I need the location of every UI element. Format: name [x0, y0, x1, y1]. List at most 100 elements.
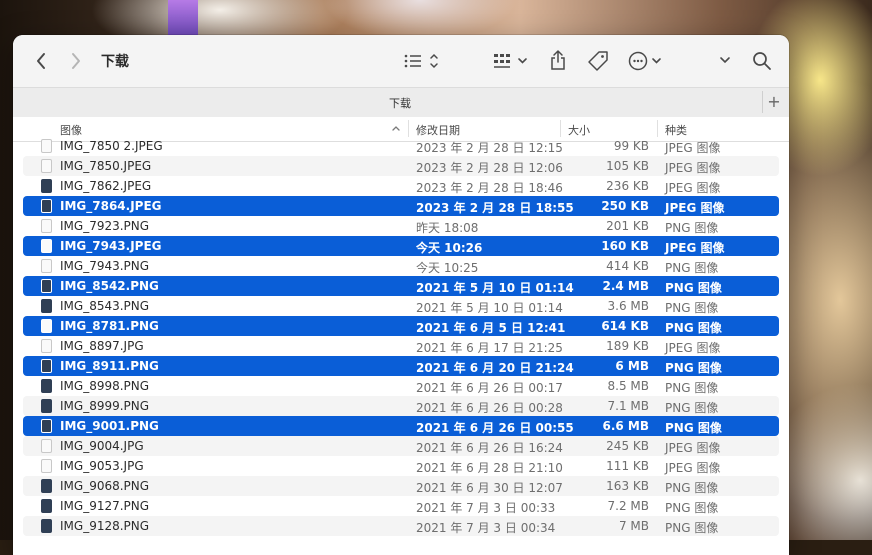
file-date: 2021 年 6 月 26 日 00:17	[416, 381, 563, 395]
file-thumbnail-icon	[41, 219, 52, 233]
file-kind: PNG 图像	[665, 381, 719, 395]
file-row[interactable]: IMG_8999.PNG 2021 年 6 月 26 日 00:28 7.1 MB P…	[23, 396, 779, 416]
file-kind: JPEG 图像	[665, 181, 721, 195]
file-size: 7 MB	[618, 519, 649, 533]
file-row[interactable]: IMG_8998.PNG 2021 年 6 月 26 日 00:17 8.5 MB P…	[23, 376, 779, 396]
file-size: 8.5 MB	[607, 379, 649, 393]
window-title: 下载	[101, 54, 129, 70]
list-view-icon[interactable]	[403, 52, 439, 70]
file-thumbnail-icon	[41, 399, 52, 413]
file-kind: PNG 图像	[665, 281, 722, 295]
file-date: 2021 年 5 月 10 日 01:14	[416, 301, 563, 315]
file-date: 2021 年 5 月 10 日 01:14	[416, 281, 574, 295]
file-row[interactable]: IMG_9004.JPG 2021 年 6 月 26 日 16:24 245 KB J…	[23, 436, 779, 456]
file-row[interactable]: IMG_7850 2.JPEG 2023 年 2 月 28 日 12:15 99 K…	[23, 136, 779, 156]
ellipsis-circle-icon[interactable]	[628, 50, 666, 72]
file-thumbnail-icon	[41, 459, 52, 473]
file-kind: PNG 图像	[665, 321, 722, 335]
file-size: 7.1 MB	[607, 399, 649, 413]
file-row[interactable]: IMG_9127.PNG 2021 年 7 月 3 日 00:33 7.2 MB PN…	[23, 496, 779, 516]
file-name: IMG_8999.PNG	[60, 399, 150, 413]
file-row[interactable]: IMG_7923.PNG 昨天 18:08 201 KB PNG 图像	[23, 216, 779, 236]
file-name: IMG_8781.PNG	[60, 319, 159, 333]
file-name: IMG_9127.PNG	[60, 499, 150, 513]
file-row[interactable]: IMG_9068.PNG 2021 年 6 月 30 日 12:07 163 KB P…	[23, 476, 779, 496]
file-thumbnail-icon	[41, 239, 52, 253]
file-name: IMG_7943.JPEG	[60, 239, 162, 253]
new-tab-button[interactable]: +	[762, 91, 785, 113]
search-icon[interactable]	[752, 51, 772, 71]
file-thumbnail-icon	[41, 359, 52, 373]
file-thumbnail-icon	[41, 279, 52, 293]
file-name: IMG_9128.PNG	[60, 519, 150, 533]
file-row[interactable]: IMG_7943.PNG 今天 10:25 414 KB PNG 图像	[23, 256, 779, 276]
finder-window: 下载 下载 + 图像 修改日期 大小 种类 IMG_7850 2.JPEG 20…	[13, 35, 789, 555]
file-size: 99 KB	[613, 139, 649, 153]
file-row[interactable]: IMG_8543.PNG 2021 年 5 月 10 日 01:14 3.6 MB P…	[23, 296, 779, 316]
share-icon[interactable]	[549, 49, 567, 71]
column-divider[interactable]	[408, 120, 409, 137]
file-date: 2023 年 2 月 28 日 12:15	[416, 141, 563, 155]
file-thumbnail-icon	[41, 259, 52, 273]
tab-downloads[interactable]: 下载	[389, 95, 411, 111]
file-date: 2021 年 6 月 5 日 12:41	[416, 321, 566, 335]
file-date: 今天 10:26	[416, 241, 483, 255]
file-thumbnail-icon	[41, 339, 52, 353]
file-thumbnail-icon	[41, 299, 52, 313]
file-kind: PNG 图像	[665, 421, 722, 435]
file-size: 7.2 MB	[607, 499, 649, 513]
file-row[interactable]: IMG_8911.PNG 2021 年 6 月 20 日 21:24 6 MB PNG…	[23, 356, 779, 376]
file-kind: JPEG 图像	[665, 461, 721, 475]
chevron-right-icon[interactable]	[70, 52, 82, 70]
file-kind: PNG 图像	[665, 221, 719, 235]
grid-group-icon[interactable]	[493, 52, 537, 70]
file-date: 2021 年 6 月 30 日 12:07	[416, 481, 563, 495]
file-kind: JPEG 图像	[665, 241, 725, 255]
file-name: IMG_7850.JPEG	[60, 159, 152, 173]
file-date: 2023 年 2 月 28 日 18:46	[416, 181, 563, 195]
file-kind: JPEG 图像	[665, 141, 721, 155]
file-kind: PNG 图像	[665, 401, 719, 415]
file-size: 189 KB	[606, 339, 649, 353]
tag-icon[interactable]	[587, 50, 609, 72]
file-row[interactable]: IMG_7943.JPEG 今天 10:26 160 KB JPEG 图像	[23, 236, 779, 256]
file-thumbnail-icon	[41, 159, 52, 173]
file-row[interactable]: IMG_7850.JPEG 2023 年 2 月 28 日 12:06 105 KB…	[23, 156, 779, 176]
file-thumbnail-icon	[41, 479, 52, 493]
file-row[interactable]: IMG_9001.PNG 2021 年 6 月 26 日 00:55 6.6 MB P…	[23, 416, 779, 436]
file-row[interactable]: IMG_9128.PNG 2021 年 7 月 3 日 00:34 7 MB PNG …	[23, 516, 779, 536]
file-date: 2023 年 2 月 28 日 18:55	[416, 201, 574, 215]
file-thumbnail-icon	[41, 379, 52, 393]
file-name: IMG_9004.JPG	[60, 439, 144, 453]
file-row[interactable]: IMG_8542.PNG 2021 年 5 月 10 日 01:14 2.4 MB P…	[23, 276, 779, 296]
chevron-down-icon[interactable]	[719, 54, 731, 66]
file-name: IMG_9053.JPG	[60, 459, 144, 473]
file-date: 昨天 18:08	[416, 221, 479, 235]
file-size: 111 KB	[606, 459, 649, 473]
tab-bar: 下载 +	[13, 87, 789, 118]
file-kind: PNG 图像	[665, 301, 719, 315]
file-size: 201 KB	[606, 219, 649, 233]
file-thumbnail-icon	[41, 499, 52, 513]
file-row[interactable]: IMG_7864.JPEG 2023 年 2 月 28 日 18:55 250 KB…	[23, 196, 779, 216]
file-row[interactable]: IMG_7862.JPEG 2023 年 2 月 28 日 18:46 236 KB…	[23, 176, 779, 196]
chevron-left-icon[interactable]	[35, 52, 47, 70]
column-divider[interactable]	[560, 120, 561, 137]
file-size: 236 KB	[606, 179, 649, 193]
file-size: 105 KB	[606, 159, 649, 173]
file-row[interactable]: IMG_8781.PNG 2021 年 6 月 5 日 12:41 614 KB PN…	[23, 316, 779, 336]
file-row[interactable]: IMG_8897.JPG 2021 年 6 月 17 日 21:25 189 KB J…	[23, 336, 779, 356]
file-date: 2021 年 6 月 20 日 21:24	[416, 361, 574, 375]
file-date: 2021 年 6 月 26 日 00:55	[416, 421, 574, 435]
file-row[interactable]: IMG_9053.JPG 2021 年 6 月 28 日 21:10 111 KB J…	[23, 456, 779, 476]
file-thumbnail-icon	[41, 179, 52, 193]
file-size: 614 KB	[601, 319, 649, 333]
file-size: 414 KB	[606, 259, 649, 273]
column-divider[interactable]	[657, 120, 658, 137]
file-name: IMG_9068.PNG	[60, 479, 150, 493]
file-name: IMG_8543.PNG	[60, 299, 150, 313]
file-name: IMG_8998.PNG	[60, 379, 150, 393]
file-name: IMG_9001.PNG	[60, 419, 159, 433]
file-thumbnail-icon	[41, 139, 52, 153]
file-size: 163 KB	[606, 479, 649, 493]
